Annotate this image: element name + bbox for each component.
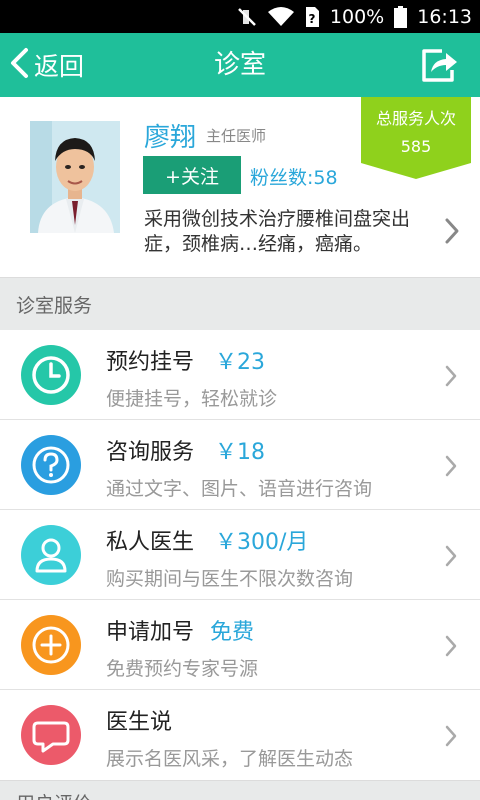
service-name: 预约挂号 <box>106 350 195 375</box>
share-button[interactable] <box>420 46 460 84</box>
fans-value: 58 <box>313 167 338 189</box>
badge-value: 585 <box>400 137 432 156</box>
badge-label: 总服务人次 <box>375 109 456 128</box>
service-price: 免费 <box>210 620 255 645</box>
sim-icon: ? <box>304 6 320 28</box>
chevron-right-icon <box>444 634 458 662</box>
service-name: 申请加号 <box>106 620 195 645</box>
battery-icon <box>394 5 408 28</box>
question-icon <box>21 435 81 495</box>
service-price: ￥23 <box>215 350 265 375</box>
back-button[interactable]: 返回 <box>8 33 84 97</box>
service-appointment[interactable]: 预约挂号 ￥23 便捷挂号，轻松就诊 <box>0 330 480 420</box>
person-icon <box>21 525 81 585</box>
section-title: 诊室服务 <box>16 295 93 317</box>
service-name: 私人医生 <box>106 530 195 555</box>
mute-icon <box>236 6 258 28</box>
service-consultation[interactable]: 咨询服务 ￥18 通过文字、图片、语音进行咨询 <box>0 420 480 510</box>
clock-time: 16:13 <box>417 5 472 28</box>
plus-icon <box>21 615 81 675</box>
service-desc: 通过文字、图片、语音进行咨询 <box>106 478 373 500</box>
service-price: ￥300/月 <box>215 530 309 555</box>
chevron-right-icon <box>444 724 458 752</box>
service-price: ￥18 <box>215 440 265 465</box>
share-icon <box>420 49 460 88</box>
chevron-right-icon <box>444 364 458 392</box>
fans-count: 粉丝数:58 <box>250 163 338 190</box>
service-name: 咨询服务 <box>106 440 195 465</box>
chevron-right-icon <box>444 544 458 572</box>
service-desc: 免费预约专家号源 <box>106 658 259 680</box>
service-extra-appointment[interactable]: 申请加号 免费 免费预约专家号源 <box>0 600 480 690</box>
service-desc: 购买期间与医生不限次数咨询 <box>106 568 354 590</box>
fans-label: 粉丝数: <box>250 167 314 189</box>
service-desc: 展示名医风采，了解医生动态 <box>106 748 354 770</box>
section-header-services: 诊室服务 <box>0 277 480 330</box>
service-doctor-says[interactable]: 医生说 展示名医风采，了解医生动态 <box>0 690 480 780</box>
section-header-reviews: 用户评价 <box>0 780 480 800</box>
battery-percent: 100% <box>329 5 385 28</box>
speech-bubble-icon <box>21 705 81 765</box>
chevron-right-icon[interactable] <box>444 217 460 249</box>
chevron-left-icon <box>8 47 30 83</box>
chevron-right-icon <box>444 454 458 482</box>
service-list: 预约挂号 ￥23 便捷挂号，轻松就诊 咨询服务 ￥18 通过文字、图片、语音进行… <box>0 330 480 780</box>
doctor-name: 廖翔 <box>144 123 197 153</box>
wifi-icon <box>267 6 294 27</box>
svg-text:?: ? <box>308 12 315 26</box>
follow-button[interactable]: +关注 <box>143 156 241 194</box>
service-desc: 便捷挂号，轻松就诊 <box>106 388 278 410</box>
back-label: 返回 <box>34 52 85 81</box>
section-title: 用户评价 <box>16 789 92 800</box>
clock-icon <box>21 345 81 405</box>
doctor-intro[interactable]: 采用微创技术治疗腰椎间盘突出症，颈椎病…经痛，癌痛。 <box>144 207 424 257</box>
service-name: 医生说 <box>106 710 173 735</box>
doctor-avatar[interactable] <box>30 121 120 233</box>
app-header: 返回 诊室 <box>0 33 480 97</box>
doctor-title: 主任医师 <box>206 127 267 145</box>
status-bar: ? 100% 16:13 <box>0 0 480 33</box>
service-private-doctor[interactable]: 私人医生 ￥300/月 购买期间与医生不限次数咨询 <box>0 510 480 600</box>
service-count-badge: 总服务人次 585 <box>361 97 471 179</box>
